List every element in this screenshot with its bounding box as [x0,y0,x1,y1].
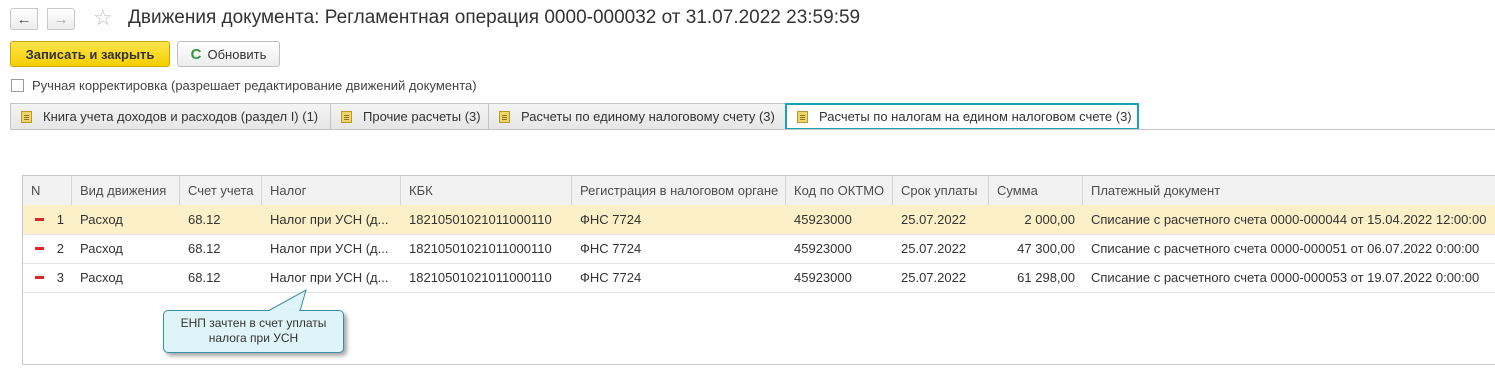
cell-tax: Налог при УСН (д... [270,270,389,285]
cell-due-date: 25.07.2022 [901,241,967,256]
tab-taxes-on-single-tax-account[interactable]: Расчеты по налогам на едином налоговом с… [785,103,1139,130]
refresh-label: Обновить [207,46,267,62]
cell-due-date: 25.07.2022 [901,212,967,227]
callout-line-1: ЕНП зачтен в счет уплаты [180,316,327,330]
table-header: N Вид движения Счет учета Налог КБК Реги… [23,176,1495,206]
cell-account: 68.12 [188,241,221,256]
cell-tax-registration: ФНС 7724 [580,270,642,285]
manual-edit-option[interactable]: Ручная корректировка (разрешает редактир… [11,78,477,93]
cell-amount: 61 298,00 [1017,270,1075,285]
cell-tax-registration: ФНС 7724 [580,212,642,227]
annotation-callout: ЕНП зачтен в счет уплаты налога при УСН [163,310,344,353]
tab-single-tax-account[interactable]: Расчеты по единому налоговому счету (3) [488,103,786,130]
register-icon [499,110,510,123]
cell-due-date: 25.07.2022 [901,270,967,285]
cell-n: 3 [56,270,64,285]
table-row[interactable]: 3 Расход 68.12 Налог при УСН (д... 18210… [23,263,1495,293]
cell-movement-type: Расход [80,212,123,227]
cell-payment-document: Списание с расчетного счета 0000-000051 … [1091,241,1480,256]
table-row[interactable]: 1 Расход 68.12 Налог при УСН (д... 18210… [23,205,1495,235]
tab-divider [10,129,1495,130]
register-icon [341,110,352,123]
manual-edit-label: Ручная корректировка (разрешает редактир… [32,78,477,93]
cell-account: 68.12 [188,212,221,227]
tab-other-settlements[interactable]: Прочие расчеты (3) [330,103,489,130]
cell-kbk: 18210501021011000110 [409,241,552,256]
save-and-close-button[interactable]: Записать и закрыть [10,41,170,67]
tab-income-expense-book[interactable]: Книга учета доходов и расходов (раздел I… [10,103,331,130]
cell-n: 1 [56,212,64,227]
tab-label: Книга учета доходов и расходов (раздел I… [43,109,319,124]
column-header-oktmo[interactable]: Код по ОКТМО [786,176,893,205]
column-header-movement-type[interactable]: Вид движения [72,176,180,205]
cell-kbk: 18210501021011000110 [409,270,552,285]
refresh-button[interactable]: C Обновить [177,41,280,67]
register-icon [797,110,808,123]
column-header-tax[interactable]: Налог [262,176,401,205]
column-header-n[interactable]: N [23,176,72,205]
cell-kbk: 18210501021011000110 [409,212,552,227]
cell-tax: Налог при УСН (д... [270,241,389,256]
cell-oktmo: 45923000 [794,241,852,256]
cell-tax: Налог при УСН (д... [270,212,389,227]
register-icon [21,110,32,123]
tab-label: Расчеты по единому налоговому счету (3) [521,109,775,124]
cell-oktmo: 45923000 [794,212,852,227]
cell-payment-document: Списание с расчетного счета 0000-000044 … [1091,212,1487,227]
forward-button[interactable]: → [47,8,75,30]
manual-edit-checkbox[interactable] [11,79,24,92]
window-title: Движения документа: Регламентная операци… [128,7,861,28]
column-header-amount[interactable]: Сумма [989,176,1083,205]
cell-amount: 47 300,00 [1017,241,1075,256]
column-header-account[interactable]: Счет учета [180,176,262,205]
cell-tax-registration: ФНС 7724 [580,241,642,256]
callout-line-2: налога при УСН [208,331,299,345]
arrow-right-icon: → [53,10,69,28]
refresh-icon: C [190,45,202,63]
cell-account: 68.12 [188,270,221,285]
cell-movement-type: Расход [80,241,123,256]
cell-movement-type: Расход [80,270,123,285]
table-row[interactable]: 2 Расход 68.12 Налог при УСН (д... 18210… [23,234,1495,264]
cell-amount: 2 000,00 [1024,212,1075,227]
column-header-kbk[interactable]: КБК [401,176,572,205]
back-button[interactable]: ← [10,8,38,30]
column-header-payment-document[interactable]: Платежный документ [1083,176,1495,205]
cell-n: 2 [56,241,64,256]
cell-payment-document: Списание с расчетного счета 0000-000053 … [1091,270,1480,285]
column-header-tax-registration[interactable]: Регистрация в налоговом органе [572,176,786,205]
column-header-due-date[interactable]: Срок уплаты [893,176,989,205]
arrow-left-icon: ← [16,10,32,28]
tab-label: Расчеты по налогам на едином налоговом с… [819,109,1132,124]
favorite-star-icon[interactable]: ☆ [93,5,113,31]
cell-oktmo: 45923000 [794,270,852,285]
tab-label: Прочие расчеты (3) [363,109,481,124]
